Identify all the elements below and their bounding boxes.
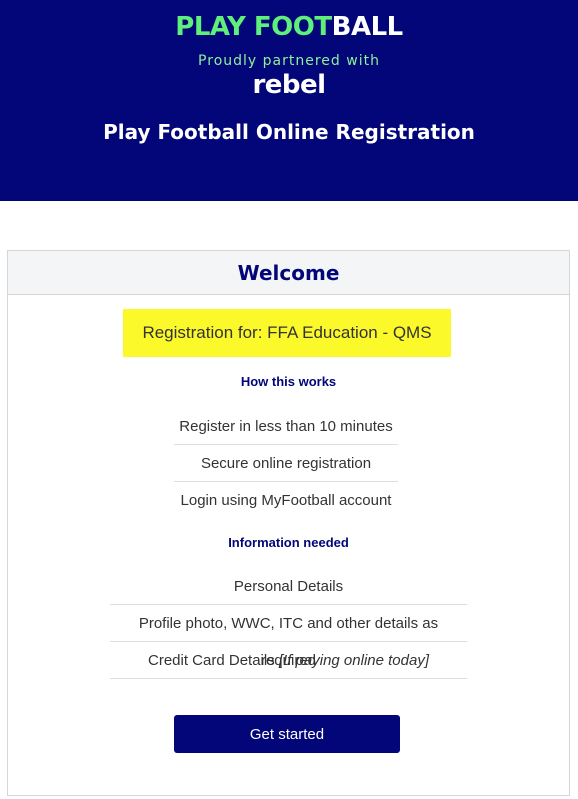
list-item-text: Credit Card Details [148,652,275,669]
how-this-works-list: Register in less than 10 minutes Secure … [174,408,398,519]
card-header: Welcome [8,251,569,295]
welcome-card: Welcome Registration for: FFA Education … [7,250,570,796]
get-started-button[interactable]: Get started [174,715,400,753]
list-item: Login using MyFootball account [180,492,392,509]
registration-for-label: Registration for: FFA Education - QMS [123,309,451,357]
logo-text-white: BALL [331,12,404,42]
list-item: Personal Details [110,568,467,605]
site-header: PLAY FOOTBALL Proudly partnered with reb… [0,0,578,201]
play-football-logo[interactable]: PLAY FOOTBALL [0,12,578,42]
list-item: Register in less than 10 minutes [174,408,398,445]
list-item: Credit Card Details [If paying online to… [110,642,467,679]
list-item: Profile photo, WWC, ITC and other detail… [110,605,467,669]
information-needed-heading: Information needed [228,535,349,550]
partner-tagline: Proudly partnered with [198,53,380,69]
rebel-logo: rebel [252,70,326,100]
logo-text-green: PLAY FOOT [175,12,332,42]
list-item: Secure online registration [174,445,398,482]
card-title: Welcome [237,261,340,285]
page-title: Play Football Online Registration [103,120,475,144]
list-item-note: [If paying online today] [278,652,429,669]
information-needed-list: Personal Details Profile photo, WWC, ITC… [110,568,467,679]
how-this-works-heading: How this works [240,374,337,389]
